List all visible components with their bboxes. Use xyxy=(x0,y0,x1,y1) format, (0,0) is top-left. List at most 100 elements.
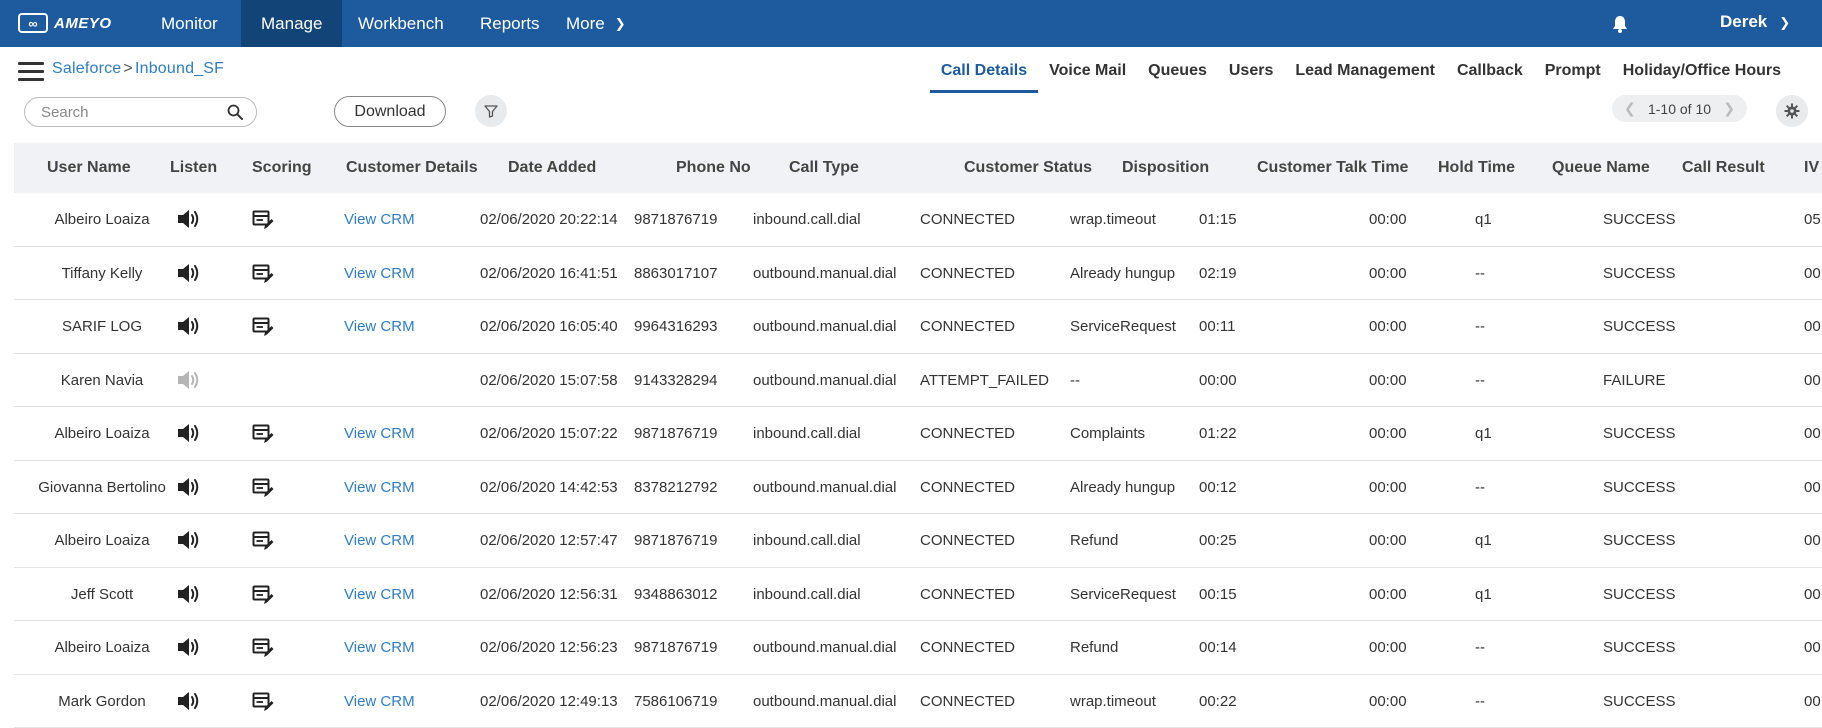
cell-call-type: outbound.manual.dial xyxy=(753,479,896,496)
cell-phone-no: 9871876719 xyxy=(634,211,717,228)
view-crm-link[interactable]: View CRM xyxy=(344,479,415,496)
col-iv[interactable]: IV xyxy=(1804,159,1822,177)
breadcrumb-root[interactable]: Saleforce xyxy=(52,60,121,77)
download-button[interactable]: Download xyxy=(334,96,446,127)
cell-iv: 05 xyxy=(1804,211,1822,228)
nav-manage[interactable]: Manage xyxy=(241,0,342,47)
scoring-icon[interactable] xyxy=(252,209,274,231)
tab-lead-management[interactable]: Lead Management xyxy=(1284,62,1446,93)
speaker-icon[interactable] xyxy=(176,314,202,338)
table-row[interactable]: Albeiro Loaiza View CRM 02/06/2020 15:07… xyxy=(14,407,1822,461)
table-row[interactable]: Giovanna Bertolino View CRM 02/06/2020 1… xyxy=(14,461,1822,515)
speaker-icon[interactable] xyxy=(176,635,202,659)
search-icon[interactable] xyxy=(226,103,244,121)
view-crm-link[interactable]: View CRM xyxy=(344,425,415,442)
tab-call-details[interactable]: Call Details xyxy=(930,62,1038,93)
col-user-name[interactable]: User Name xyxy=(47,159,131,177)
col-disposition[interactable]: Disposition xyxy=(1122,159,1209,177)
cell-iv: 00 xyxy=(1804,265,1822,282)
table-row[interactable]: Karen Navia 02/06/2020 15:07:58 91433282… xyxy=(14,354,1822,408)
nav-workbench[interactable]: Workbench xyxy=(338,0,464,47)
cell-call-result: SUCCESS xyxy=(1603,265,1676,282)
col-call-type[interactable]: Call Type xyxy=(789,159,859,177)
scoring-icon[interactable] xyxy=(252,530,274,552)
tab-voice-mail[interactable]: Voice Mail xyxy=(1038,62,1137,93)
scoring-icon[interactable] xyxy=(252,316,274,338)
tab-holiday-office-hours[interactable]: Holiday/Office Hours xyxy=(1612,62,1792,93)
table-row[interactable]: Albeiro Loaiza View CRM 02/06/2020 12:57… xyxy=(14,514,1822,568)
next-page-icon[interactable]: ❯ xyxy=(1723,100,1735,117)
col-call-result[interactable]: Call Result xyxy=(1682,159,1765,177)
scoring-icon[interactable] xyxy=(252,637,274,659)
settings-button[interactable] xyxy=(1776,95,1808,127)
speaker-icon[interactable] xyxy=(176,261,202,285)
cell-user-name: SARIF LOG xyxy=(62,318,142,335)
view-crm-link[interactable]: View CRM xyxy=(344,532,415,549)
filter-button[interactable] xyxy=(475,95,507,127)
cell-phone-no: 9871876719 xyxy=(634,425,717,442)
scoring-icon[interactable] xyxy=(252,423,274,445)
view-crm-link[interactable]: View CRM xyxy=(344,639,415,656)
cell-date-added: 02/06/2020 15:07:22 xyxy=(480,425,618,442)
col-queue-name[interactable]: Queue Name xyxy=(1552,159,1650,177)
col-phone-no[interactable]: Phone No xyxy=(676,159,751,177)
tab-users[interactable]: Users xyxy=(1218,62,1284,93)
cell-user-name: Mark Gordon xyxy=(58,693,146,710)
user-name: Derek xyxy=(1720,12,1767,31)
notification-bell-icon[interactable] xyxy=(1610,14,1630,34)
tab-prompt[interactable]: Prompt xyxy=(1534,62,1612,93)
speaker-icon[interactable] xyxy=(176,689,202,713)
table-row[interactable]: Mark Gordon View CRM 02/06/2020 12:49:13… xyxy=(14,675,1822,728)
search-input[interactable] xyxy=(39,98,229,126)
tab-callback[interactable]: Callback xyxy=(1446,62,1534,93)
scoring-icon[interactable] xyxy=(252,263,274,285)
hamburger-menu-icon[interactable] xyxy=(18,62,44,82)
speaker-icon[interactable] xyxy=(176,475,202,499)
cell-queue-name: q1 xyxy=(1475,211,1492,228)
table-row[interactable]: SARIF LOG View CRM 02/06/2020 16:05:40 9… xyxy=(14,300,1822,354)
scoring-icon[interactable] xyxy=(252,477,274,499)
cell-customer-status: CONNECTED xyxy=(920,586,1015,603)
scoring-icon[interactable] xyxy=(252,691,274,713)
cell-iv: 00 xyxy=(1804,639,1822,656)
col-customer-status[interactable]: Customer Status xyxy=(964,159,1092,177)
cell-call-type: outbound.manual.dial xyxy=(753,639,896,656)
col-listen[interactable]: Listen xyxy=(170,159,217,177)
nav-reports[interactable]: Reports xyxy=(460,0,560,47)
cell-date-added: 02/06/2020 15:07:58 xyxy=(480,372,618,389)
table-row[interactable]: Jeff Scott View CRM 02/06/2020 12:56:31 … xyxy=(14,568,1822,622)
view-crm-link[interactable]: View CRM xyxy=(344,693,415,710)
cell-talk-time: 00:22 xyxy=(1199,693,1237,710)
cell-call-type: outbound.manual.dial xyxy=(753,318,896,335)
ameyo-logo[interactable]: ∞ AMEYO xyxy=(18,12,112,34)
speaker-icon[interactable] xyxy=(176,528,202,552)
col-customer-details[interactable]: Customer Details xyxy=(346,159,478,177)
nav-monitor[interactable]: Monitor xyxy=(141,0,238,47)
view-crm-link[interactable]: View CRM xyxy=(344,318,415,335)
view-crm-link[interactable]: View CRM xyxy=(344,265,415,282)
col-hold-time[interactable]: Hold Time xyxy=(1438,159,1515,177)
table-row[interactable]: Tiffany Kelly View CRM 02/06/2020 16:41:… xyxy=(14,247,1822,301)
col-scoring[interactable]: Scoring xyxy=(252,159,312,177)
tab-queues[interactable]: Queues xyxy=(1137,62,1218,93)
scoring-icon[interactable] xyxy=(252,584,274,606)
table-header: User Name Listen Scoring Customer Detail… xyxy=(14,143,1822,193)
breadcrumb-current[interactable]: Inbound_SF xyxy=(135,60,224,77)
view-crm-link[interactable]: View CRM xyxy=(344,211,415,228)
col-date-added[interactable]: Date Added xyxy=(508,159,596,177)
nav-more[interactable]: More❯ xyxy=(546,0,646,47)
table-row[interactable]: Albeiro Loaiza View CRM 02/06/2020 12:56… xyxy=(14,621,1822,675)
table-row[interactable]: Albeiro Loaiza View CRM 02/06/2020 20:22… xyxy=(14,193,1822,247)
user-menu[interactable]: Derek❯ xyxy=(1720,12,1790,32)
cell-disposition: Refund xyxy=(1070,639,1118,656)
cell-hold-time: 00:00 xyxy=(1369,425,1407,442)
col-customer-talk-time[interactable]: Customer Talk Time xyxy=(1257,159,1408,177)
cell-iv: 00 xyxy=(1804,693,1822,710)
prev-page-icon[interactable]: ❮ xyxy=(1624,100,1636,117)
cell-call-result: FAILURE xyxy=(1603,372,1666,389)
speaker-icon[interactable] xyxy=(176,421,202,445)
breadcrumb: Saleforce>Inbound_SF xyxy=(52,60,224,78)
speaker-icon[interactable] xyxy=(176,207,202,231)
speaker-icon[interactable] xyxy=(176,582,202,606)
view-crm-link[interactable]: View CRM xyxy=(344,586,415,603)
